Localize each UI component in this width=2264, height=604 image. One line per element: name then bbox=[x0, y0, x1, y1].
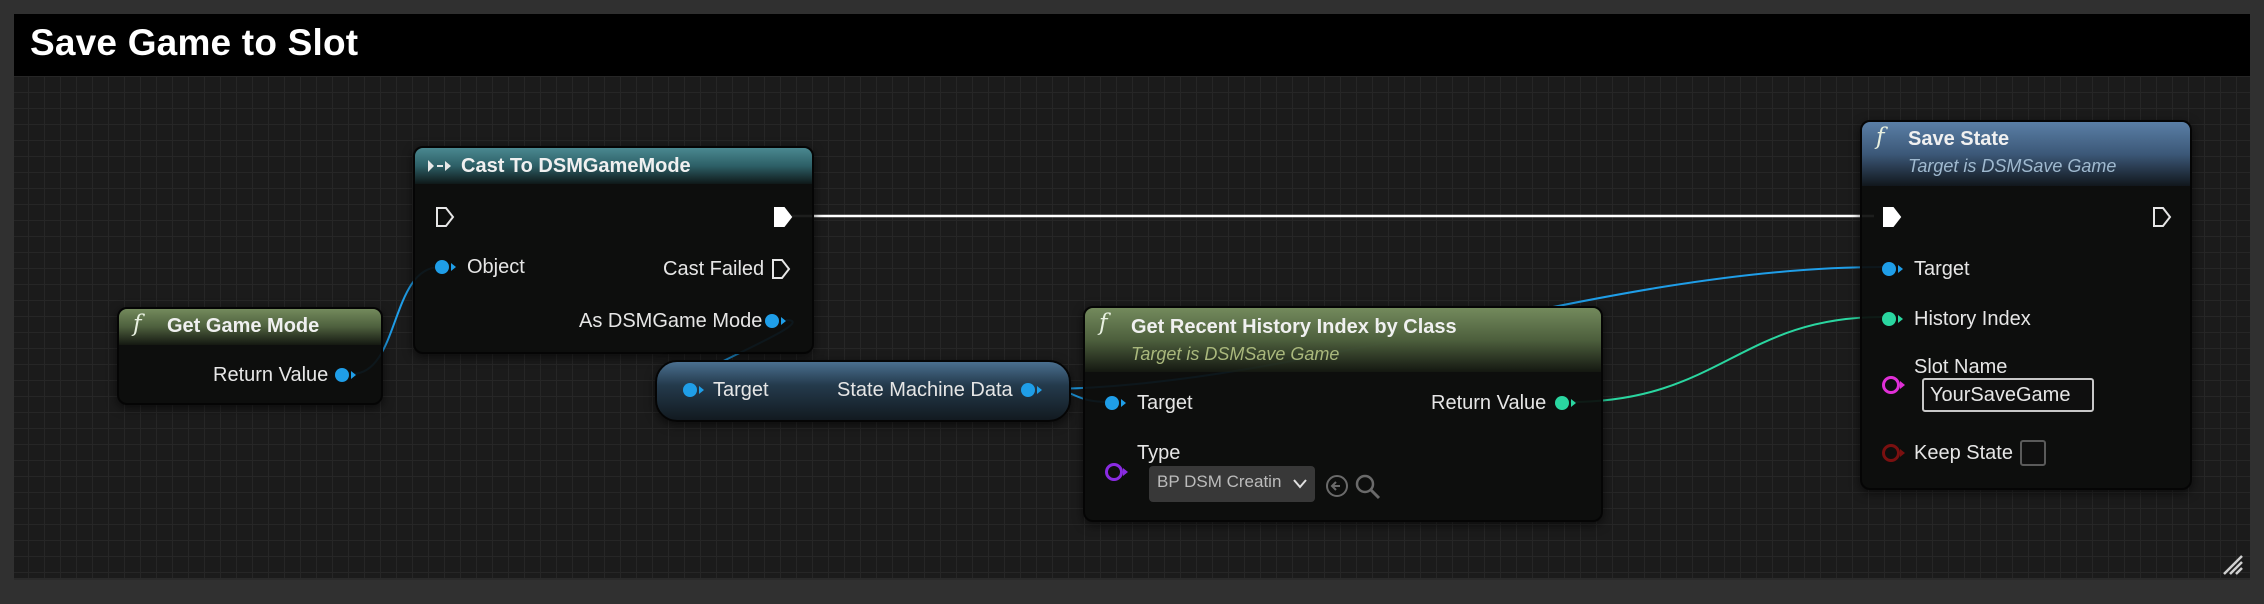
object-pin[interactable] bbox=[435, 260, 449, 274]
function-icon: f bbox=[133, 311, 142, 337]
cast-icon bbox=[428, 160, 451, 172]
node-title: Save State bbox=[1908, 128, 2010, 150]
slot-name-input[interactable] bbox=[1922, 378, 2094, 412]
history-index-pin[interactable] bbox=[1882, 312, 1896, 326]
pin-label-type: Type bbox=[1137, 442, 1181, 464]
pin-label-object: Object bbox=[467, 256, 525, 278]
return-value-pin[interactable] bbox=[335, 368, 349, 382]
resize-icon[interactable] bbox=[2220, 552, 2244, 576]
node-title: Get Recent History Index by Class bbox=[1131, 316, 1457, 338]
state-machine-data-pin[interactable] bbox=[1021, 383, 1035, 397]
type-dropdown-value: BP DSM Creatin bbox=[1157, 472, 1282, 491]
graph-title-bar: Save Game to Slot bbox=[14, 14, 2250, 76]
pin-arrow bbox=[351, 371, 356, 379]
use-selected-icon[interactable] bbox=[1325, 474, 1349, 498]
target-pin[interactable] bbox=[1882, 262, 1896, 276]
as-dsm-pin[interactable] bbox=[765, 314, 779, 328]
cast-failed-pin[interactable] bbox=[771, 258, 791, 280]
node-subtitle: Target is DSMSave Game bbox=[1908, 156, 2117, 176]
pin-label-keep-state: Keep State bbox=[1914, 442, 2013, 464]
pin-label-target: Target bbox=[1914, 258, 1970, 280]
pin-label-return-value: Return Value bbox=[1431, 392, 1547, 414]
node-title: Get Game Mode bbox=[167, 315, 320, 337]
node-title: Cast To DSMGameMode bbox=[461, 155, 691, 177]
browse-icon[interactable] bbox=[1355, 474, 1381, 500]
pin-arrow bbox=[1898, 315, 1903, 323]
pin-arrow bbox=[1900, 449, 1905, 457]
pin-label-history-index: History Index bbox=[1914, 308, 2031, 330]
pin-label-state-machine-data: State Machine Data bbox=[837, 379, 1013, 401]
chevron-down-icon bbox=[1293, 479, 1307, 489]
pin-label-return-value: Return Value bbox=[213, 364, 329, 386]
node-get-game-mode[interactable]: f Get Game Mode Return Value bbox=[117, 307, 383, 405]
return-value-pin[interactable] bbox=[1555, 396, 1569, 410]
function-icon: f bbox=[1876, 124, 1885, 150]
pin-arrow bbox=[1898, 265, 1903, 273]
node-subtitle: Target is DSMSave Game bbox=[1131, 344, 1340, 364]
pin-label-target: Target bbox=[1137, 392, 1193, 414]
pin-label-cast-failed: Cast Failed bbox=[663, 258, 765, 280]
type-pin[interactable] bbox=[1105, 463, 1123, 481]
pin-arrow bbox=[451, 263, 456, 271]
target-pin[interactable] bbox=[683, 383, 697, 397]
pin-arrow bbox=[699, 386, 704, 394]
keep-state-checkbox[interactable] bbox=[2020, 440, 2046, 466]
exec-in-pin[interactable] bbox=[435, 206, 455, 228]
type-dropdown[interactable]: BP DSM Creatin bbox=[1149, 466, 1315, 502]
pin-label-slot-name: Slot Name bbox=[1914, 356, 2008, 378]
exec-in-pin[interactable] bbox=[1882, 206, 1902, 228]
exec-out-pin[interactable] bbox=[773, 206, 793, 228]
node-get-recent-history-index[interactable]: f Get Recent History Index by Class Targ… bbox=[1083, 306, 1603, 522]
slot-name-pin[interactable] bbox=[1882, 376, 1900, 394]
graph-title: Save Game to Slot bbox=[30, 22, 359, 63]
exec-out-pin[interactable] bbox=[2152, 206, 2172, 228]
pin-arrow bbox=[1037, 386, 1042, 394]
function-icon: f bbox=[1099, 310, 1108, 336]
pin-label-target: Target bbox=[713, 379, 769, 401]
pin-arrow bbox=[1121, 399, 1126, 407]
pin-arrow bbox=[1123, 468, 1128, 476]
node-save-state[interactable]: f Save State Target is DSMSave Game Targ… bbox=[1860, 120, 2192, 490]
node-state-machine-data[interactable]: Target State Machine Data bbox=[655, 360, 1071, 422]
node-cast-to-dsm[interactable]: Cast To DSMGameMode Object Cast Failed A… bbox=[413, 146, 814, 354]
pin-label-as-dsm: As DSMGame Mode bbox=[579, 310, 763, 332]
target-pin[interactable] bbox=[1105, 396, 1119, 410]
pin-arrow bbox=[781, 317, 786, 325]
pin-arrow bbox=[1900, 381, 1905, 389]
keep-state-pin[interactable] bbox=[1882, 444, 1900, 462]
pin-arrow bbox=[1571, 399, 1576, 407]
